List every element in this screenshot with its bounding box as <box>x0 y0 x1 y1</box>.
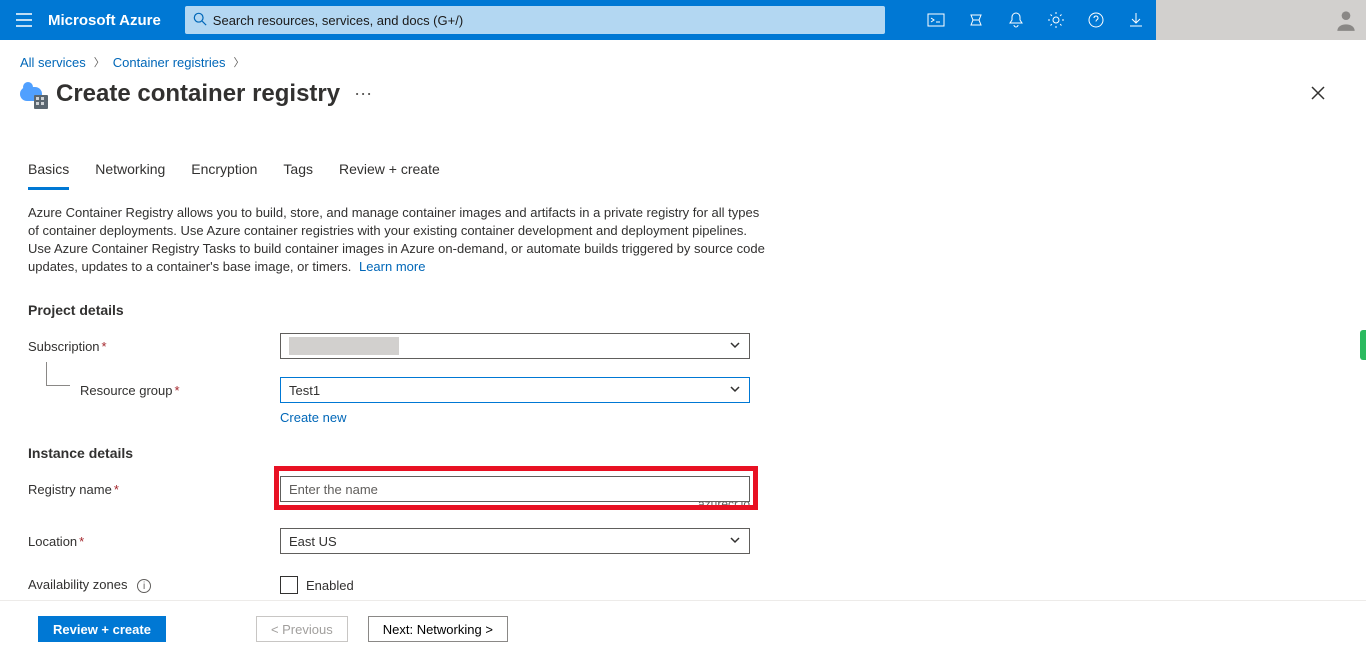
tab-basics[interactable]: Basics <box>28 155 69 190</box>
breadcrumb-link[interactable]: Container registries <box>113 55 226 70</box>
chevron-right-icon: 〉 <box>233 54 244 70</box>
next-button[interactable]: Next: Networking > <box>368 616 508 642</box>
cloud-shell-icon[interactable] <box>916 0 956 40</box>
tree-connector <box>46 362 70 386</box>
info-icon[interactable]: i <box>137 579 151 593</box>
tab-tags[interactable]: Tags <box>283 155 313 190</box>
registry-name-input[interactable] <box>280 476 750 502</box>
row-subscription: Subscription* <box>28 332 1338 360</box>
subscription-dropdown[interactable] <box>280 333 750 359</box>
section-instance-details: Instance details <box>28 445 1338 461</box>
close-button[interactable] <box>1310 85 1326 104</box>
directories-icon[interactable] <box>956 0 996 40</box>
learn-more-link[interactable]: Learn more <box>359 259 425 274</box>
container-registry-icon <box>20 81 46 107</box>
registry-name-label: Registry name* <box>28 482 280 497</box>
availability-zones-checkbox[interactable] <box>280 576 298 594</box>
global-search-input[interactable] <box>213 13 877 28</box>
help-icon[interactable] <box>1076 0 1116 40</box>
page-header: Create container registry ⋯ <box>0 76 1366 118</box>
subscription-label: Subscription* <box>28 339 280 354</box>
row-availability-zones: Availability zones i Enabled <box>28 571 1338 599</box>
notifications-icon[interactable] <box>996 0 1036 40</box>
wizard-footer: Review + create < Previous Next: Network… <box>0 600 1366 657</box>
search-icon <box>193 12 213 29</box>
section-project-details: Project details <box>28 302 1338 318</box>
row-registry-name: Registry name* <box>28 475 1338 503</box>
availability-zones-check-label: Enabled <box>306 578 354 593</box>
page-title: Create container registry <box>56 80 340 108</box>
chevron-right-icon: 〉 <box>94 54 105 70</box>
tab-encryption[interactable]: Encryption <box>191 155 257 190</box>
wizard-tabs: Basics Networking Encryption Tags Review… <box>28 135 1338 190</box>
location-value: East US <box>289 534 337 549</box>
tenant-area[interactable] <box>1156 0 1326 40</box>
breadcrumb: All services 〉 Container registries 〉 <box>0 40 1366 76</box>
breadcrumb-link[interactable]: All services <box>20 55 86 70</box>
redacted-value <box>289 337 399 355</box>
chevron-down-icon <box>729 383 741 398</box>
row-location: Location* East US <box>28 527 1338 555</box>
settings-icon[interactable] <box>1036 0 1076 40</box>
brand-label: Microsoft Azure <box>48 12 185 29</box>
resource-group-dropdown[interactable]: Test1 <box>280 377 750 403</box>
chevron-down-icon <box>729 339 741 354</box>
create-new-rg-link[interactable]: Create new <box>280 410 1338 425</box>
availability-zones-label: Availability zones i <box>28 577 280 594</box>
account-avatar[interactable] <box>1326 0 1366 40</box>
feedback-icon[interactable] <box>1116 0 1156 40</box>
previous-button: < Previous <box>256 616 348 642</box>
location-label: Location* <box>28 534 280 549</box>
tab-networking[interactable]: Networking <box>95 155 165 190</box>
chevron-down-icon <box>729 534 741 549</box>
review-create-button[interactable]: Review + create <box>38 616 166 642</box>
side-feedback-tab[interactable] <box>1360 330 1366 360</box>
global-search[interactable] <box>185 6 885 34</box>
topbar-icons <box>916 0 1156 40</box>
form-scroll-area[interactable]: Basics Networking Encryption Tags Review… <box>0 135 1366 600</box>
intro-text: Azure Container Registry allows you to b… <box>28 204 768 276</box>
location-dropdown[interactable]: East US <box>280 528 750 554</box>
top-bar: Microsoft Azure <box>0 0 1366 40</box>
portal-menu-button[interactable] <box>0 11 48 29</box>
row-resource-group: Resource group* Test1 <box>28 376 1338 404</box>
resource-group-value: Test1 <box>289 383 320 398</box>
tab-review[interactable]: Review + create <box>339 155 440 190</box>
more-actions-button[interactable]: ⋯ <box>354 84 373 105</box>
